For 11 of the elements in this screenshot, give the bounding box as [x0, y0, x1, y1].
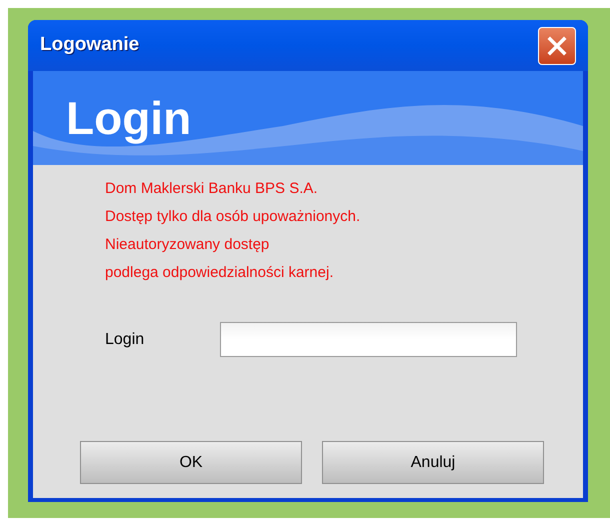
dialog-button[interactable]: OK: [80, 441, 302, 484]
warning-text: podlega odpowiedzialności karnej.: [105, 263, 334, 283]
dialog-button[interactable]: Anuluj: [322, 441, 544, 484]
close-button[interactable]: [538, 26, 576, 64]
warning-text: Nieautoryzowany dostęp: [105, 235, 270, 255]
window-title: Logowanie: [40, 33, 140, 58]
warning-text: Dostęp tylko dla osób upoważnionych.: [105, 207, 362, 227]
login-label: Login: [105, 330, 146, 350]
warning-text: Dom Maklerski Banku BPS S.A.: [105, 179, 319, 199]
login-field[interactable]: [220, 322, 517, 357]
close-icon: [546, 34, 568, 56]
